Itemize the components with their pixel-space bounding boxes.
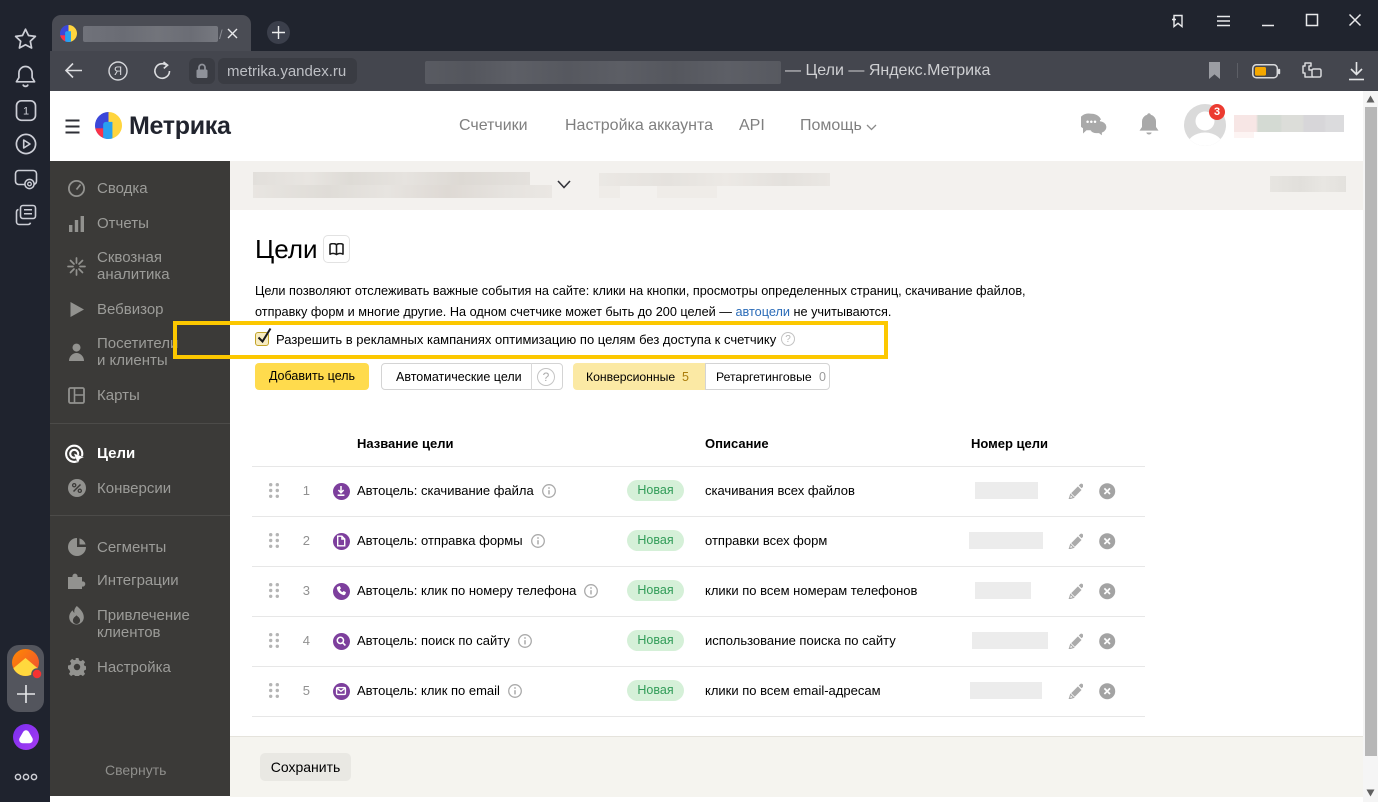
svg-text:R: R	[114, 66, 122, 78]
svg-text:1: 1	[23, 106, 29, 118]
